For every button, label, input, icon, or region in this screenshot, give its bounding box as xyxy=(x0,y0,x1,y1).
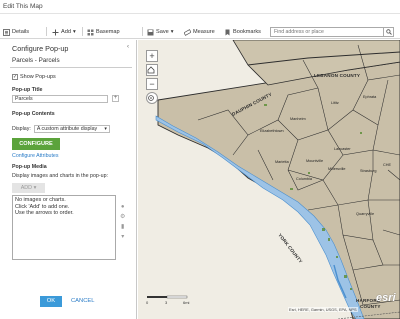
popup-media-description: Display images and charts in the pop-up: xyxy=(12,173,108,179)
add-media-label: ADD xyxy=(20,185,33,191)
save-menu-button[interactable]: Save ▾ xyxy=(147,27,174,37)
display-select[interactable]: A custom attribute display ▾ xyxy=(33,125,110,133)
show-popups-checkbox[interactable]: ✓ xyxy=(12,74,18,80)
bookmark-icon xyxy=(225,29,230,35)
popup-contents-label: Pop-up Contents xyxy=(12,111,55,117)
home-icon xyxy=(147,66,155,74)
locate-button[interactable] xyxy=(146,92,158,104)
panel-title: Configure Pop-up xyxy=(12,44,69,53)
bookmarks-button[interactable]: Bookmarks xyxy=(224,27,261,37)
move-down-icon[interactable]: ▾ xyxy=(121,233,124,240)
save-label: Save xyxy=(156,29,169,35)
display-select-value: A custom attribute display xyxy=(36,126,98,132)
map-place-columbia: Columbia xyxy=(296,177,313,181)
scale-tick: 6mi xyxy=(183,300,190,305)
popup-media-label: Pop-up Media xyxy=(12,164,47,170)
configure-button[interactable]: CONFIGURE xyxy=(12,138,60,150)
add-media-button[interactable]: ADD ▾ xyxy=(12,183,45,193)
layer-subtitle: Parcels - Parcels xyxy=(12,57,60,64)
move-up-icon[interactable]: ● xyxy=(121,204,125,210)
map-place-lancaster: Lancaster xyxy=(334,147,351,151)
delete-icon[interactable]: ▮ xyxy=(121,223,124,230)
map-place-lititz: Lititz xyxy=(331,101,339,105)
add-field-icon[interactable]: + xyxy=(112,95,119,102)
ok-button[interactable]: OK xyxy=(40,296,62,307)
measure-label: Measure xyxy=(193,29,215,35)
search-icon xyxy=(385,29,392,35)
cancel-button[interactable]: CANCEL xyxy=(71,296,95,307)
map-place-quarryville: Quarryville xyxy=(356,212,374,216)
media-message-line: Use the arrows to order. xyxy=(15,210,74,216)
map-label-lebanon: LEBANON COUNTY xyxy=(314,73,360,78)
display-row: Display: A custom attribute display ▾ xyxy=(12,125,110,133)
media-list[interactable]: No images or charts. Click 'Add' to add … xyxy=(12,195,116,260)
basemap-icon xyxy=(87,29,94,35)
measure-icon xyxy=(184,28,191,36)
chevron-down-icon: ▾ xyxy=(72,29,76,35)
scale-tick: 0 xyxy=(146,300,149,305)
map-label-york: YORK COUNTY xyxy=(277,233,303,265)
media-tools: ● ⚙ ▮ ▾ xyxy=(120,204,125,240)
details-label: Details xyxy=(12,29,30,35)
configure-attributes-link[interactable]: Configure Attributes xyxy=(12,153,59,159)
collapse-panel-icon[interactable]: ‹ xyxy=(127,44,129,50)
basemap-label: Basemap xyxy=(96,29,120,35)
chevron-down-icon: ▾ xyxy=(33,185,37,191)
toolbar-divider xyxy=(142,27,143,36)
map-canvas: LEBANON COUNTY DAUPHIN COUNTY YORK COUNT… xyxy=(155,40,400,319)
map-place-manheim: Manheim xyxy=(290,117,306,121)
details-button[interactable]: Details xyxy=(3,27,29,37)
map-place-elizabethtown: Elizabethtown xyxy=(260,129,284,133)
map-view[interactable]: LEBANON COUNTY DAUPHIN COUNTY YORK COUNT… xyxy=(138,40,400,319)
basemap-button[interactable]: Basemap xyxy=(87,27,120,37)
add-menu-button[interactable]: Add ▾ xyxy=(52,27,76,37)
map-place-mountville: Mountville xyxy=(306,159,323,163)
bookmarks-label: Bookmarks xyxy=(233,29,261,35)
scale-tick: 3 xyxy=(165,300,168,305)
locate-icon xyxy=(148,95,154,101)
map-place-millersville: Millersville xyxy=(328,167,346,171)
map-label-harford-county: COUNTY xyxy=(360,304,381,309)
popup-title-label: Pop-up Title xyxy=(12,87,43,93)
show-popups-row: ✓ Show Pop-ups xyxy=(12,74,56,80)
search-input[interactable] xyxy=(271,28,381,36)
chevron-down-icon: ▾ xyxy=(104,126,107,132)
map-place-ephrata: Ephrata xyxy=(363,95,377,99)
save-icon xyxy=(147,29,154,35)
map-place-strasburg: Strasburg xyxy=(360,169,376,173)
measure-button[interactable]: Measure xyxy=(184,27,215,37)
toolbar-divider xyxy=(46,27,47,36)
details-icon xyxy=(3,28,10,36)
map-place-che: CHE xyxy=(383,163,391,167)
address-search xyxy=(270,27,394,37)
zoom-in-button[interactable]: + xyxy=(146,50,158,62)
scale-bar-graphic: 0 3 6mi xyxy=(146,295,190,305)
configure-popup-panel: Configure Pop-up ‹ Parcels - Parcels ✓ S… xyxy=(0,40,137,319)
zoom-out-button[interactable]: − xyxy=(146,78,158,90)
map-attribution[interactable]: Esri, HERE, Garmin, USGS, EPA, NPS xyxy=(288,307,358,312)
chevron-down-icon: ▾ xyxy=(170,29,174,35)
search-button[interactable] xyxy=(383,28,393,36)
toolbar-divider xyxy=(82,27,83,36)
display-label: Display: xyxy=(12,126,31,132)
map-place-marietta: Marietta xyxy=(275,160,290,164)
add-label: Add xyxy=(61,29,71,35)
window-title-bar: Edit This Map xyxy=(0,0,400,14)
add-icon xyxy=(52,29,59,35)
divider xyxy=(10,67,132,68)
home-button[interactable] xyxy=(146,64,158,76)
popup-title-input[interactable]: Parcels xyxy=(12,95,108,103)
esri-logo: esri xyxy=(376,292,396,304)
settings-icon[interactable]: ⚙ xyxy=(120,213,125,220)
window-title: Edit This Map xyxy=(3,3,43,10)
show-popups-label: Show Pop-ups xyxy=(20,74,56,80)
